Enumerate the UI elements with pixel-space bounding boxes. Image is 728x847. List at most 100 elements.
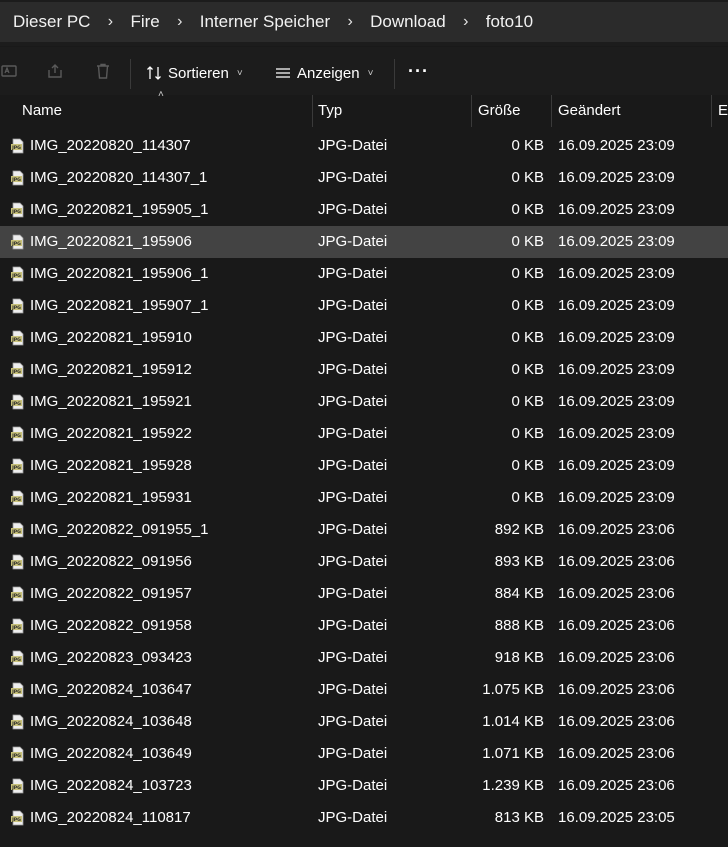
breadcrumb-item-interner-speicher[interactable]: Interner Speicher bbox=[200, 12, 330, 32]
file-row[interactable]: JPG IMG_20220824_103649 JPG-Datei 1.071 KB 1… bbox=[0, 738, 728, 770]
view-label: Anzeigen bbox=[297, 64, 360, 82]
file-name[interactable]: IMG_20220821_195912 bbox=[30, 361, 192, 378]
chevron-right-icon[interactable]: › bbox=[160, 13, 200, 31]
file-name[interactable]: IMG_20220820_114307 bbox=[30, 137, 191, 154]
view-button[interactable]: Anzeigen ˅ bbox=[275, 60, 373, 86]
file-row[interactable]: JPG IMG_20220822_091956 JPG-Datei 893 KB 16.… bbox=[0, 546, 728, 578]
file-name[interactable]: IMG_20220821_195921 bbox=[30, 393, 192, 410]
column-resize-handle[interactable] bbox=[551, 95, 552, 127]
file-row[interactable]: JPG IMG_20220821_195922 JPG-Datei 0 KB 16.09… bbox=[0, 418, 728, 450]
file-size: 0 KB bbox=[511, 489, 544, 506]
file-row[interactable]: JPG IMG_20220821_195905_1 JPG-Datei 0 KB 16.… bbox=[0, 194, 728, 226]
file-modified: 16.09.2025 23:06 bbox=[558, 777, 675, 794]
column-resize-handle[interactable] bbox=[711, 95, 712, 127]
svg-text:JPG: JPG bbox=[11, 401, 21, 407]
file-modified: 16.09.2025 23:06 bbox=[558, 553, 675, 570]
file-size: 0 KB bbox=[511, 265, 544, 282]
column-header-modified[interactable]: Geändert bbox=[558, 102, 621, 119]
file-type: JPG-Datei bbox=[318, 585, 388, 602]
file-type: JPG-Datei bbox=[318, 169, 388, 186]
file-row[interactable]: JPG IMG_20220821_195906 JPG-Datei 0 KB 16.09… bbox=[0, 226, 728, 258]
chevron-right-icon[interactable]: › bbox=[330, 13, 370, 31]
file-name[interactable]: IMG_20220824_103649 bbox=[30, 745, 192, 762]
file-modified: 16.09.2025 23:09 bbox=[558, 329, 675, 346]
file-type: JPG-Datei bbox=[318, 201, 388, 218]
breadcrumb-item-fire[interactable]: Fire bbox=[130, 12, 159, 32]
file-size: 0 KB bbox=[511, 297, 544, 314]
file-name[interactable]: IMG_20220823_093423 bbox=[30, 649, 192, 666]
jpg-file-icon: JPG bbox=[10, 234, 26, 250]
jpg-file-icon: JPG bbox=[10, 682, 26, 698]
file-row[interactable]: JPG IMG_20220824_103647 JPG-Datei 1.075 KB 1… bbox=[0, 674, 728, 706]
file-name[interactable]: IMG_20220821_195931 bbox=[30, 489, 192, 506]
file-name[interactable]: IMG_20220822_091958 bbox=[30, 617, 192, 634]
jpg-file-icon: JPG bbox=[10, 202, 26, 218]
file-row[interactable]: JPG IMG_20220820_114307_1 JPG-Datei 0 KB 16.… bbox=[0, 162, 728, 194]
file-size: 1.071 KB bbox=[482, 745, 544, 762]
file-row[interactable]: JPG IMG_20220824_110817 JPG-Datei 813 KB 16.… bbox=[0, 802, 728, 834]
breadcrumb-item-foto10[interactable]: foto10 bbox=[486, 12, 533, 32]
file-type: JPG-Datei bbox=[318, 265, 388, 282]
file-row[interactable]: JPG IMG_20220824_103723 JPG-Datei 1.239 KB 1… bbox=[0, 770, 728, 802]
column-header-name[interactable]: Name bbox=[22, 102, 62, 119]
chevron-right-icon[interactable]: › bbox=[446, 13, 486, 31]
file-name[interactable]: IMG_20220822_091956 bbox=[30, 553, 192, 570]
file-row[interactable]: JPG IMG_20220821_195910 JPG-Datei 0 KB 16.09… bbox=[0, 322, 728, 354]
file-type: JPG-Datei bbox=[318, 393, 388, 410]
file-row[interactable]: JPG IMG_20220821_195907_1 JPG-Datei 0 KB 16.… bbox=[0, 290, 728, 322]
file-row[interactable]: JPG IMG_20220821_195912 JPG-Datei 0 KB 16.09… bbox=[0, 354, 728, 386]
file-name[interactable]: IMG_20220824_103647 bbox=[30, 681, 192, 698]
column-header-extra[interactable]: Er bbox=[718, 102, 728, 119]
column-header-size[interactable]: Größe bbox=[478, 102, 521, 119]
file-row[interactable]: JPG IMG_20220822_091958 JPG-Datei 888 KB 16.… bbox=[0, 610, 728, 642]
more-options-button[interactable]: ··· bbox=[408, 61, 429, 82]
file-modified: 16.09.2025 23:09 bbox=[558, 489, 675, 506]
file-row[interactable]: JPG IMG_20220824_103648 JPG-Datei 1.014 KB 1… bbox=[0, 706, 728, 738]
jpg-file-icon: JPG bbox=[10, 298, 26, 314]
file-name[interactable]: IMG_20220824_110817 bbox=[30, 809, 191, 826]
file-type: JPG-Datei bbox=[318, 457, 388, 474]
file-name[interactable]: IMG_20220824_103648 bbox=[30, 713, 192, 730]
file-name[interactable]: IMG_20220821_195910 bbox=[30, 329, 192, 346]
file-row[interactable]: JPG IMG_20220823_093423 JPG-Datei 918 KB 16.… bbox=[0, 642, 728, 674]
breadcrumb-item-dieser-pc[interactable]: Dieser PC bbox=[13, 12, 90, 32]
sort-button[interactable]: Sortieren ˅ bbox=[146, 60, 243, 86]
file-name[interactable]: IMG_20220821_195922 bbox=[30, 425, 192, 442]
svg-text:JPG: JPG bbox=[11, 209, 21, 215]
file-size: 892 KB bbox=[494, 521, 544, 538]
file-name[interactable]: IMG_20220821_195905_1 bbox=[30, 201, 209, 218]
file-name[interactable]: IMG_20220821_195906_1 bbox=[30, 265, 209, 282]
file-type: JPG-Datei bbox=[318, 233, 388, 250]
svg-text:JPG: JPG bbox=[11, 337, 21, 343]
chevron-down-icon: ˅ bbox=[236, 67, 243, 79]
breadcrumb-item-download[interactable]: Download bbox=[370, 12, 446, 32]
file-name[interactable]: IMG_20220820_114307_1 bbox=[30, 169, 207, 186]
file-row[interactable]: JPG IMG_20220821_195921 JPG-Datei 0 KB 16.09… bbox=[0, 386, 728, 418]
file-name[interactable]: IMG_20220822_091955_1 bbox=[30, 521, 209, 538]
file-name[interactable]: IMG_20220821_195906 bbox=[30, 233, 192, 250]
rename-icon[interactable] bbox=[0, 62, 20, 82]
file-row[interactable]: JPG IMG_20220821_195928 JPG-Datei 0 KB 16.09… bbox=[0, 450, 728, 482]
file-name[interactable]: IMG_20220821_195928 bbox=[30, 457, 192, 474]
column-header-type[interactable]: Typ bbox=[318, 102, 342, 119]
file-name[interactable]: IMG_20220822_091957 bbox=[30, 585, 192, 602]
column-resize-handle[interactable] bbox=[471, 95, 472, 127]
file-row[interactable]: JPG IMG_20220821_195931 JPG-Datei 0 KB 16.09… bbox=[0, 482, 728, 514]
file-type: JPG-Datei bbox=[318, 649, 388, 666]
file-row[interactable]: JPG IMG_20220821_195906_1 JPG-Datei 0 KB 16.… bbox=[0, 258, 728, 290]
trash-icon[interactable] bbox=[93, 62, 113, 82]
breadcrumb[interactable]: Dieser PC › Fire › Interner Speicher › D… bbox=[0, 2, 728, 42]
file-row[interactable]: JPG IMG_20220822_091955_1 JPG-Datei 892 KB 1… bbox=[0, 514, 728, 546]
jpg-file-icon: JPG bbox=[10, 618, 26, 634]
share-icon[interactable] bbox=[45, 62, 65, 82]
file-row[interactable]: JPG IMG_20220820_114307 JPG-Datei 0 KB 16.09… bbox=[0, 130, 728, 162]
file-modified: 16.09.2025 23:09 bbox=[558, 233, 675, 250]
svg-text:JPG: JPG bbox=[11, 785, 21, 791]
column-resize-handle[interactable] bbox=[312, 95, 313, 127]
file-name[interactable]: IMG_20220824_103723 bbox=[30, 777, 192, 794]
chevron-right-icon[interactable]: › bbox=[90, 13, 130, 31]
command-bar: Sortieren ˅ Anzeigen ˅ ··· bbox=[0, 47, 728, 100]
jpg-file-icon: JPG bbox=[10, 746, 26, 762]
file-name[interactable]: IMG_20220821_195907_1 bbox=[30, 297, 209, 314]
file-row[interactable]: JPG IMG_20220822_091957 JPG-Datei 884 KB 16.… bbox=[0, 578, 728, 610]
